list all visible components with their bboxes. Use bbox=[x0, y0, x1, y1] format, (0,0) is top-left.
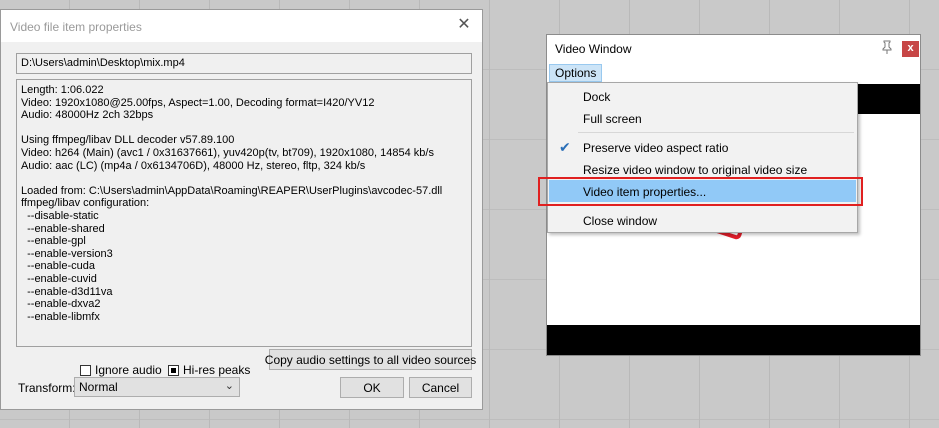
ok-button[interactable]: OK bbox=[340, 377, 404, 398]
hires-peaks-box[interactable] bbox=[168, 364, 179, 376]
info-line: --enable-cuvid bbox=[21, 272, 97, 285]
info-line: --enable-dxva2 bbox=[21, 298, 101, 311]
menu-item-close-window[interactable]: Close window bbox=[549, 209, 856, 231]
chevron-down-icon: ⌄ bbox=[224, 380, 234, 392]
dialog-title: Video file item properties bbox=[10, 20, 142, 34]
menu-item-dock[interactable]: Dock bbox=[549, 85, 856, 107]
hires-peaks-label: Hi-res peaks bbox=[183, 363, 251, 377]
info-line: --enable-shared bbox=[21, 222, 105, 235]
options-menu[interactable]: Options bbox=[549, 64, 603, 82]
close-icon[interactable]: ✕ bbox=[454, 15, 474, 35]
media-info-text[interactable]: Length: 1:06.022 Video: 1920x1080@25.00f… bbox=[16, 79, 472, 347]
video-file-properties-dialog: Video file item properties ✕ D:\Users\ad… bbox=[0, 9, 483, 410]
menu-item-label: Resize video window to original video si… bbox=[583, 163, 808, 177]
close-icon[interactable]: x bbox=[902, 41, 919, 57]
video-menubar: Options bbox=[547, 64, 920, 82]
checkmark-icon: ✔ bbox=[559, 139, 571, 155]
info-line: Audio: 48000Hz 2ch 32bps bbox=[21, 109, 154, 122]
menu-item-label: Preserve video aspect ratio bbox=[583, 141, 729, 155]
menu-item-label: Dock bbox=[583, 90, 611, 104]
transform-value: Normal bbox=[79, 380, 118, 394]
info-line: --enable-libmfx bbox=[21, 310, 100, 323]
copy-audio-settings-button[interactable]: Copy audio settings to all video sources bbox=[265, 349, 476, 370]
menu-item-label: Full screen bbox=[583, 112, 642, 126]
info-line: Audio: aac (LC) (mp4a / 0x6134706D), 480… bbox=[21, 159, 366, 172]
info-line: --disable-static bbox=[21, 209, 99, 222]
hires-peaks-checkbox[interactable]: Hi-res peaks bbox=[168, 362, 250, 378]
info-line: --enable-d3d11va bbox=[21, 285, 113, 298]
menu-item-full-screen[interactable]: Full screen bbox=[549, 107, 856, 129]
info-line: Length: 1:06.022 bbox=[21, 84, 104, 96]
info-line: ffmpeg/libav configuration: bbox=[21, 197, 150, 210]
transform-label: Transform: bbox=[18, 381, 76, 395]
ignore-audio-box[interactable] bbox=[80, 364, 91, 376]
info-line: Video: h264 (Main) (avc1 / 0x31637661), … bbox=[21, 146, 434, 159]
info-line bbox=[21, 172, 467, 185]
ignore-audio-checkbox[interactable]: Ignore audio bbox=[80, 362, 162, 378]
transform-select[interactable]: Normal ⌄ bbox=[74, 377, 240, 397]
pin-icon[interactable] bbox=[880, 40, 894, 57]
info-line bbox=[21, 122, 467, 135]
cancel-button[interactable]: Cancel bbox=[409, 377, 472, 398]
video-window-title: Video Window bbox=[555, 42, 632, 56]
highlight-callout bbox=[538, 177, 863, 206]
info-line: --enable-version3 bbox=[21, 247, 113, 260]
letterbox-bottom bbox=[547, 325, 920, 355]
info-line: Using ffmpeg/libav DLL decoder v57.89.10… bbox=[21, 134, 235, 147]
ignore-audio-label: Ignore audio bbox=[95, 363, 162, 377]
menu-item-label: Close window bbox=[583, 214, 658, 228]
info-line: Video: 1920x1080@25.00fps, Aspect=1.00, … bbox=[21, 96, 375, 109]
info-line: --enable-gpl bbox=[21, 235, 86, 248]
menu-separator bbox=[578, 132, 854, 133]
info-line: --enable-cuda bbox=[21, 260, 95, 273]
dialog-titlebar: Video file item properties ✕ bbox=[1, 10, 482, 42]
options-context-menu: Dock Full screen ✔ Preserve video aspect… bbox=[547, 82, 858, 233]
menu-item-preserve-aspect[interactable]: ✔ Preserve video aspect ratio bbox=[549, 136, 856, 158]
info-line: Loaded from: C:\Users\admin\AppData\Roam… bbox=[21, 184, 443, 197]
file-path-field[interactable]: D:\Users\admin\Desktop\mix.mp4 bbox=[16, 53, 472, 74]
